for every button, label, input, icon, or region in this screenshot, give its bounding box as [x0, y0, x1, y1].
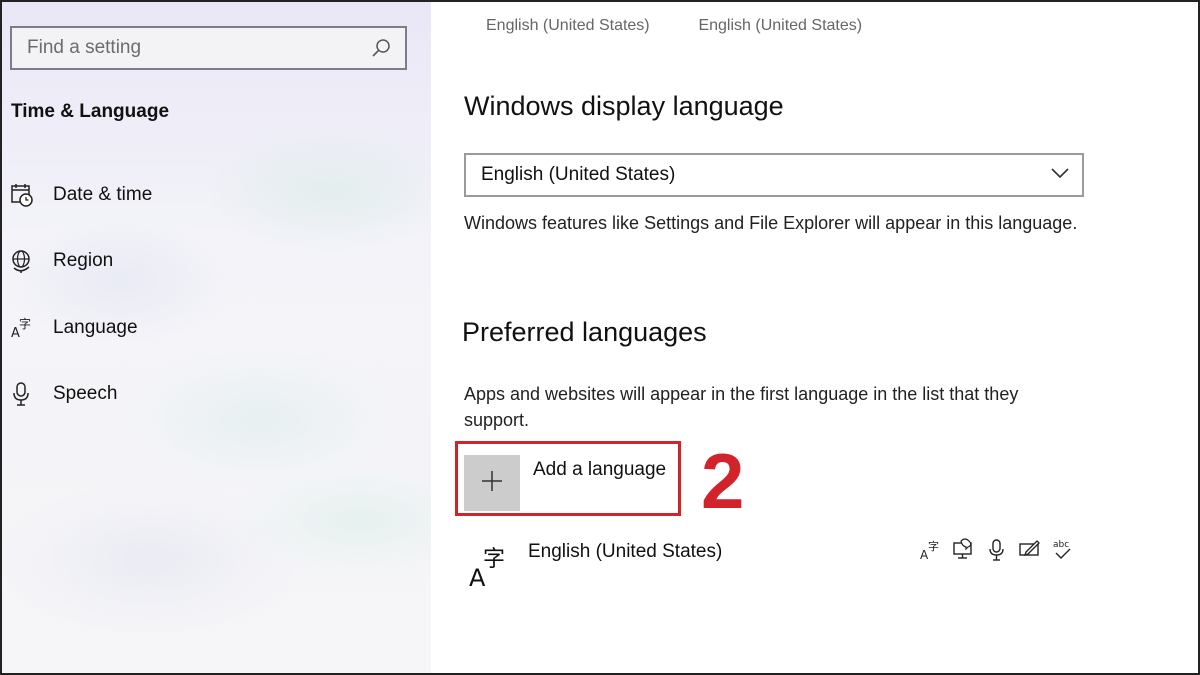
step-number-annotation: 2 [701, 437, 745, 525]
top-language-label: English (United States) [486, 17, 650, 34]
svg-text:字: 字 [19, 316, 31, 331]
display-language-description: Windows features like Settings and File … [464, 213, 1078, 233]
display-language-value: English (United States) [481, 164, 676, 185]
language-feature-icons: A字 abc [919, 537, 1075, 563]
display-language-heading: Windows display language [464, 91, 784, 121]
search-input[interactable]: Find a setting [10, 26, 407, 70]
sidebar-item-label: Language [53, 317, 138, 338]
language-icon: A字 [10, 315, 34, 341]
speech-recognition-icon [985, 537, 1009, 563]
add-language-label[interactable]: Add a language [533, 459, 666, 481]
preferred-languages-heading: Preferred languages [462, 317, 707, 347]
search-placeholder: Find a setting [27, 37, 142, 58]
sidebar-item-label: Region [53, 250, 114, 271]
globe-icon [10, 248, 34, 274]
section-title: Time & Language [11, 101, 170, 122]
svg-text:abc: abc [1053, 540, 1069, 550]
preferred-languages-description: Apps and websites will appear in the fir… [464, 384, 1019, 430]
calendar-clock-icon [10, 182, 34, 208]
language-icon: A字 [467, 544, 511, 592]
sidebar-item-label: Date & time [53, 184, 153, 205]
language-settings-pane: English (United States) English (United … [431, 0, 1200, 675]
chevron-down-icon [1050, 166, 1070, 184]
sidebar-item-language[interactable]: A字 Language [10, 308, 410, 348]
sidebar-item-region[interactable]: Region [10, 241, 410, 281]
display-language-dropdown[interactable]: English (United States) [464, 153, 1084, 197]
svg-text:字: 字 [483, 547, 505, 572]
sidebar-item-label: Speech [53, 383, 118, 404]
settings-sidebar: Find a setting Time & Language Date & ti… [0, 0, 431, 675]
language-list-item[interactable]: English (United States) [528, 541, 722, 563]
handwriting-icon [1018, 537, 1042, 563]
text-to-speech-icon [952, 537, 976, 563]
search-icon[interactable] [371, 38, 391, 58]
plus-icon [480, 469, 504, 498]
top-language-label: English (United States) [698, 17, 863, 34]
display-language-icon: A字 [919, 537, 943, 563]
microphone-icon [10, 381, 34, 407]
spell-check-icon: abc [1051, 537, 1075, 563]
add-language-button[interactable] [464, 455, 520, 511]
sidebar-item-speech[interactable]: Speech [10, 374, 410, 414]
top-language-labels: English (United States) English (United … [486, 17, 862, 35]
svg-text:字: 字 [928, 539, 939, 553]
sidebar-item-date-time[interactable]: Date & time [10, 175, 410, 215]
